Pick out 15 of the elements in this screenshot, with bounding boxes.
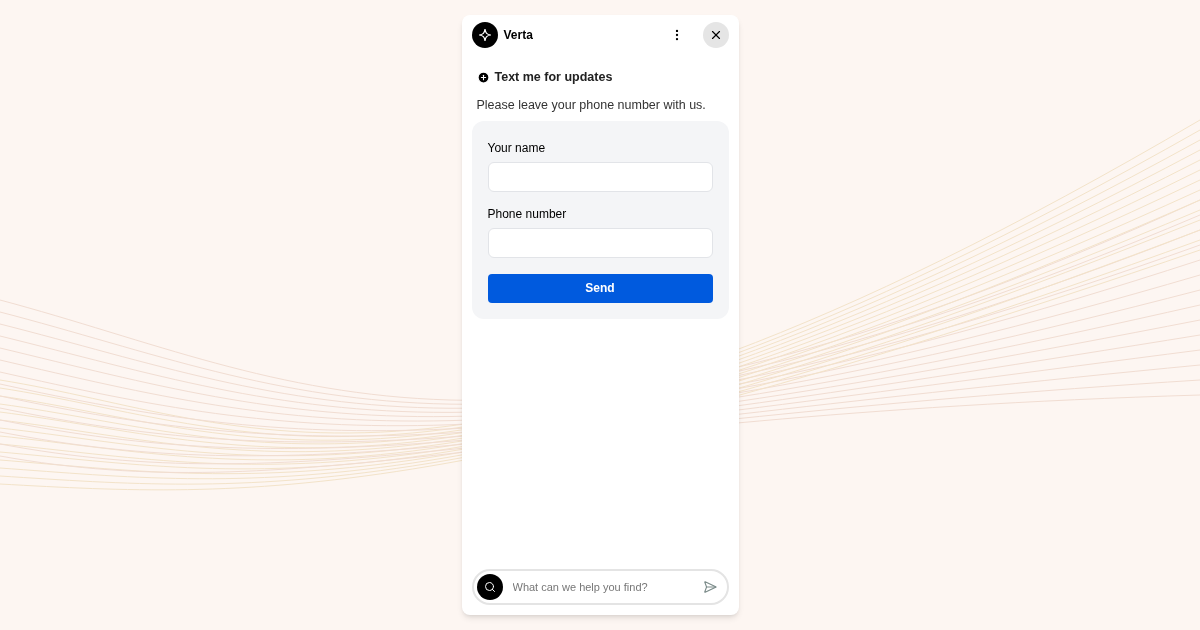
section-title: Text me for updates (494, 69, 613, 86)
assistant-name: Verta (503, 27, 533, 44)
field-label: Phone number (487, 205, 568, 223)
field-label: Your name (487, 139, 547, 157)
send-icon[interactable] (702, 580, 717, 594)
close-button[interactable] (702, 22, 729, 48)
section-description: Please leave your phone number with us. (475, 96, 707, 114)
plus-icon (476, 70, 490, 84)
send-button[interactable]: Send (487, 273, 713, 303)
search-icon (476, 574, 503, 600)
input-field[interactable] (487, 161, 713, 192)
input-field[interactable] (487, 227, 713, 258)
chat-input-field[interactable]: What can we help you find? (512, 578, 703, 596)
chat-bar[interactable]: What can we help you find? (471, 569, 729, 605)
sparkle-icon (471, 22, 498, 48)
